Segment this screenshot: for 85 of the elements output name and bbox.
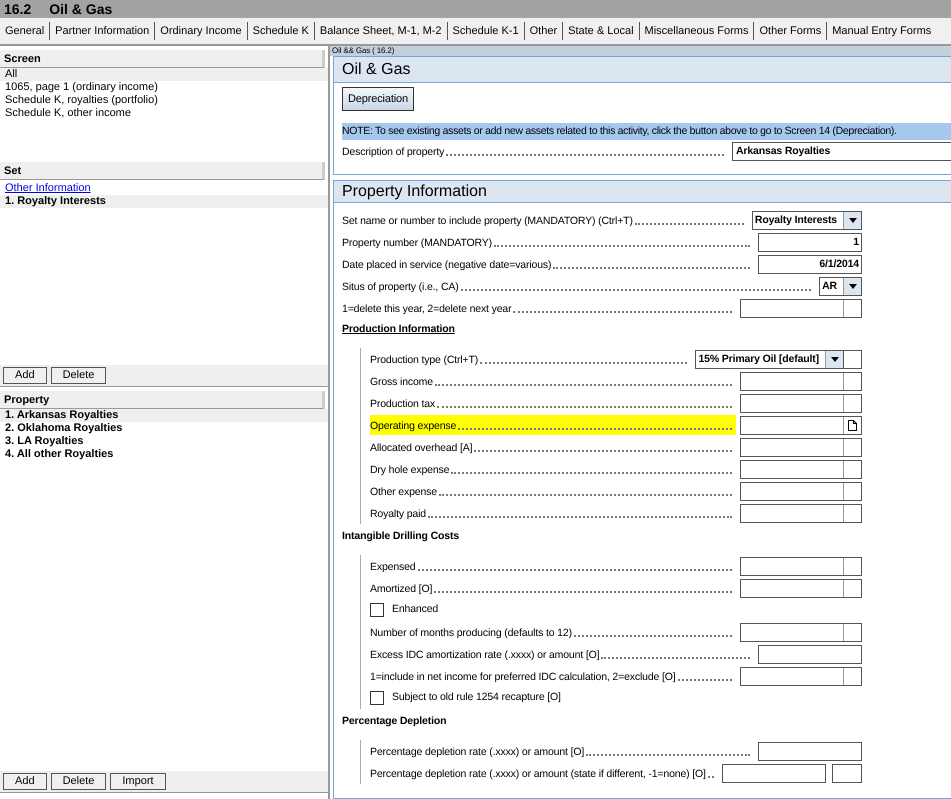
input-field[interactable] (740, 416, 862, 434)
group-heading: Intangible Drilling Costs (342, 529, 460, 544)
tab[interactable]: State & Local (563, 22, 639, 40)
caret-icon (848, 284, 856, 288)
form-caption: Oil && Gas ( 16.2) (330, 46, 951, 56)
field-label: Dry hole expense (370, 463, 450, 478)
field-label: Gross income (370, 375, 433, 390)
field-label: Excess IDC amortization rate (.xxxx) or amount [O] (370, 648, 600, 663)
depreciation-button[interactable]: Depreciation (342, 87, 414, 111)
field-label: Allocated overhead [A] (370, 441, 472, 456)
panel-header: Property (0, 391, 325, 409)
input-field[interactable] (740, 372, 862, 390)
note-text: NOTE: To see existing assets or add new assets related to this activity, click the button above to go to Screen 14 (Depreciation). (342, 123, 951, 140)
dropdown-field[interactable]: AR (819, 276, 862, 296)
panel-button[interactable]: Import (110, 773, 166, 790)
tab[interactable]: Partner Information (50, 22, 154, 40)
field-label: Royalty paid (370, 507, 426, 522)
input-field[interactable] (758, 742, 862, 760)
input-field[interactable] (740, 556, 862, 576)
field-label: Production tax (370, 397, 436, 412)
document-icon[interactable] (848, 420, 857, 430)
checkbox-label: Subject to old rule 1254 recapture [O] (392, 690, 561, 706)
group-heading: Production Information (342, 322, 455, 338)
input-field[interactable] (740, 622, 862, 642)
input-field[interactable] (740, 438, 862, 456)
input-field[interactable] (758, 644, 862, 664)
dropdown-field[interactable]: 15% Primary Oil [default] (695, 350, 844, 368)
panel-button[interactable]: Delete (50, 773, 106, 790)
list-item[interactable]: 1. Royalty Interests (0, 195, 328, 208)
field-label: Situs of property (i.e., CA) (342, 280, 459, 295)
dropdown-field[interactable]: Royalty Interests (752, 210, 862, 230)
tab[interactable]: Miscellaneous Forms (640, 22, 754, 40)
panel-button[interactable]: Delete (50, 367, 106, 384)
other-information-link[interactable]: Other Information (0, 182, 328, 195)
list-item[interactable]: All (0, 68, 328, 81)
field-label: Description of property (342, 145, 444, 160)
input-field[interactable] (740, 504, 862, 522)
input-field[interactable]: 6/1/2014 (758, 254, 862, 274)
input-field[interactable] (722, 764, 826, 782)
tab[interactable]: Other (524, 22, 562, 40)
section-header: Property Information (334, 181, 951, 203)
input-field[interactable] (740, 460, 862, 478)
tab[interactable]: Ordinary Income (155, 22, 247, 40)
panel-header: Set (0, 162, 325, 180)
field-label: 1=include in net income for preferred IDC calculation, 2=exclude [O] (370, 670, 676, 685)
panel-button[interactable]: Add (3, 773, 47, 790)
field-label: Expensed (370, 560, 416, 575)
field-label: Property number (MANDATORY) (342, 236, 492, 251)
field-label: Operating expense (370, 419, 456, 434)
input-field[interactable] (832, 764, 862, 782)
input-field[interactable] (740, 666, 862, 686)
field-label: Percentage depletion rate (.xxxx) or amount [O] (370, 745, 584, 760)
tab[interactable]: Schedule K-1 (448, 22, 524, 40)
window-title: Oil & Gas (49, 0, 112, 18)
field-label: Date placed in service (negative date=various) (342, 258, 552, 273)
input-field[interactable] (740, 298, 862, 318)
field-label: Amortized [O] (370, 582, 432, 597)
panel-button[interactable]: Add (3, 367, 47, 384)
input-field[interactable]: 1 (758, 232, 862, 252)
input-field[interactable] (844, 350, 862, 368)
checkbox-label: Enhanced (392, 602, 438, 618)
description-field[interactable]: Arkansas Royalties (732, 142, 951, 160)
field-label: Other expense (370, 485, 437, 500)
tab[interactable]: Balance Sheet, M-1, M-2 (314, 22, 447, 40)
caret-icon (848, 218, 856, 222)
input-field[interactable] (740, 482, 862, 500)
panel-header: Screen (0, 50, 325, 68)
input-field[interactable] (740, 394, 862, 412)
field-label: Percentage depletion rate (.xxxx) or amount (state if different, -1=none) [O] (370, 767, 706, 782)
field-label: Number of months producing (defaults to 12) (370, 626, 572, 641)
checkbox[interactable] (370, 603, 384, 617)
field-label: Set name or number to include property (MANDATORY) (Ctrl+T) (342, 214, 633, 229)
checkbox[interactable] (370, 691, 384, 705)
list-item[interactable]: 1. Arkansas Royalties (0, 409, 328, 422)
field-label: 1=delete this year, 2=delete next year (342, 302, 512, 317)
field-label: Production type (Ctrl+T) (370, 353, 478, 368)
input-field[interactable] (740, 578, 862, 598)
tab[interactable]: Other Forms (754, 22, 826, 40)
tab[interactable]: Schedule K (248, 22, 314, 40)
screen-number: 16.2 (4, 0, 32, 18)
tab[interactable]: General (0, 22, 50, 40)
group-heading: Percentage Depletion (342, 714, 446, 730)
section-header: Oil & Gas (334, 57, 951, 83)
caret-icon (830, 356, 838, 362)
tab[interactable]: Manual Entry Forms (827, 22, 936, 40)
